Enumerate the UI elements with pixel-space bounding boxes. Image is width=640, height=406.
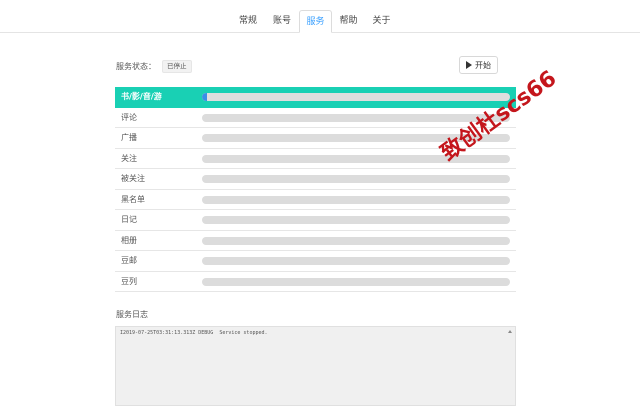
- service-row[interactable]: 豆邮: [115, 251, 516, 272]
- service-row[interactable]: 日记: [115, 210, 516, 231]
- tab-about[interactable]: 关于: [365, 10, 398, 33]
- service-progress-bar: [202, 93, 510, 101]
- service-name: 关注: [121, 153, 137, 163]
- service-progress-bar: [202, 195, 510, 204]
- service-name: 黑名单: [121, 194, 145, 204]
- start-button-label: 开始: [475, 60, 491, 70]
- tab-account[interactable]: 账号: [265, 10, 299, 33]
- service-progress-bar: [202, 257, 510, 265]
- status-badge: 已停止: [162, 59, 192, 73]
- tab-bar: 常规 账号 服务 帮助 关于: [0, 0, 640, 33]
- service-row[interactable]: 黑名单: [115, 190, 516, 210]
- service-name: 被关注: [121, 174, 145, 183]
- service-row[interactable]: 评论: [115, 108, 516, 128]
- service-name: 评论: [121, 112, 137, 122]
- play-icon: [466, 61, 472, 69]
- status-label: 服务状态：: [116, 61, 156, 71]
- service-progress-bar: [202, 236, 510, 245]
- service-row[interactable]: 被关注: [115, 169, 516, 190]
- service-name: 豆邮: [121, 256, 137, 265]
- service-row[interactable]: 书/影/音/游: [115, 87, 516, 108]
- service-progress-bar: [202, 134, 510, 142]
- scroll-up-icon[interactable]: [508, 330, 512, 333]
- service-progress-bar: [202, 216, 510, 224]
- log-box[interactable]: I2019-07-25T03:31:13.313Z DEBUG Service …: [115, 326, 516, 406]
- tab-general[interactable]: 常规: [230, 10, 266, 33]
- service-row[interactable]: 豆列: [115, 272, 516, 292]
- service-progress-bar: [202, 113, 510, 122]
- log-title: 服务日志: [116, 310, 148, 319]
- start-button[interactable]: 开始: [459, 56, 498, 74]
- log-line: I2019-07-25T03:31:13.313Z DEBUG Service …: [120, 330, 268, 336]
- service-status: 服务状态： 已停止: [116, 59, 192, 73]
- service-name: 相册: [121, 235, 137, 245]
- tab-service[interactable]: 服务: [299, 10, 332, 33]
- service-progress-bar: [202, 175, 510, 183]
- service-list: 书/影/音/游 评论广播关注被关注黑名单日记相册豆邮豆列: [115, 87, 516, 292]
- service-name: 日记: [121, 215, 137, 224]
- service-row[interactable]: 广播: [115, 128, 516, 149]
- service-row[interactable]: 关注: [115, 149, 516, 169]
- service-name: 广播: [121, 133, 137, 142]
- service-name: 豆列: [121, 276, 137, 286]
- service-progress-bar: [202, 154, 510, 163]
- service-row[interactable]: 相册: [115, 231, 516, 251]
- service-name: 书/影/音/游: [121, 92, 162, 101]
- tab-help[interactable]: 帮助: [332, 10, 365, 33]
- service-progress-bar: [202, 277, 510, 286]
- service-progress-fill: [202, 93, 207, 101]
